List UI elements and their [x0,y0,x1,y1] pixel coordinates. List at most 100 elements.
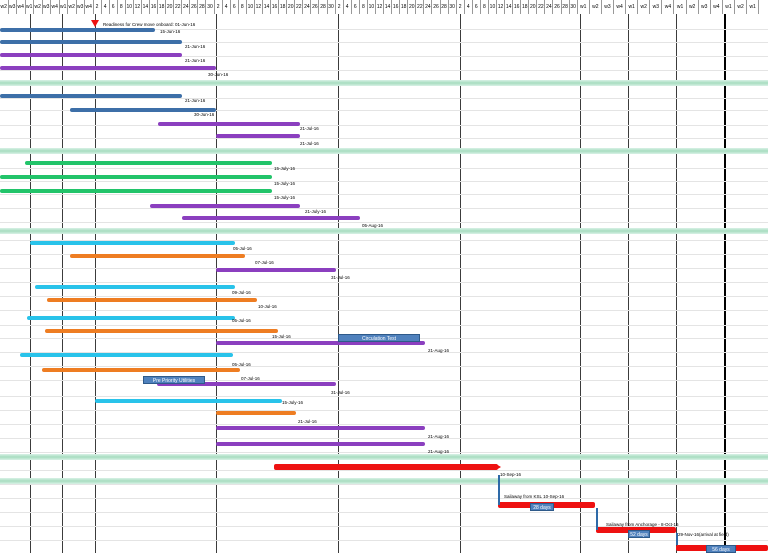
row-line [0,366,768,367]
header-cell: w1 [626,0,639,14]
header-cell: 2 [215,0,223,14]
header-cell: 26 [190,0,199,14]
month-divider [676,14,677,553]
date-label: 21-Jul-16 [300,126,319,131]
header-cell: 6 [110,0,118,14]
row-line [0,282,768,283]
header-cell: w4 [17,0,26,14]
header-cell: 6 [231,0,239,14]
header-cell: 22 [537,0,546,14]
row-line [0,325,768,326]
header-cell: w4 [662,0,675,14]
task-bar-purple [0,53,182,57]
date-label: 10-Jul-16 [258,304,277,309]
task-box: Pre Priority Utilities [143,376,205,384]
date-label: Sailaway from KSL 10-Sep-16 [504,494,565,499]
header-cell: w4 [85,0,94,14]
task-bar-purple [182,216,360,220]
header-cell: 4 [223,0,231,14]
date-label: 15-July-16 [274,195,296,200]
date-label: Sailaway from Anchorage - 8-Oct-16 [606,522,679,527]
task-box: 28 days [530,503,554,511]
row-line [0,98,768,99]
row-line [0,125,768,126]
header-cell: 20 [408,0,417,14]
task-bar-cyan [27,316,235,320]
date-label: 05-Jul-16 [232,318,251,323]
header-cell: 6 [473,0,481,14]
row-line [0,268,768,269]
header-cell: 12 [497,0,506,14]
dependency-connector [676,533,678,545]
header-cell: w2 [0,0,9,14]
date-label: 15-July-16 [274,181,296,186]
task-box: 52 days [628,530,650,538]
month-divider [628,14,629,553]
header-cell: w1 [578,0,590,14]
phase-separator [0,148,768,154]
header-cell: 8 [118,0,126,14]
row-line [0,470,768,471]
header-cell: 14 [142,0,150,14]
header-cell: 28 [441,0,449,14]
header-cell: 24 [303,0,312,14]
header-cell: 22 [174,0,183,14]
header-cell: w4 [711,0,723,14]
row-line [0,181,768,182]
header-cell: 28 [198,0,207,14]
date-label: 10-Sep-16 [500,472,522,477]
header-cell: 24 [545,0,554,14]
header-cell: 26 [432,0,441,14]
header-cell: w2 [68,0,77,14]
header-cell: 22 [416,0,425,14]
date-label: 21-July-16 [305,209,327,214]
row-line [0,310,768,311]
header-cell: 10 [126,0,134,14]
phase-separator [0,80,768,86]
date-label: Readiness for Crew move onboard: 01-Jun-… [103,22,196,27]
header-cell: 16 [150,0,159,14]
task-bar-blue [0,94,182,98]
gantt-chart: w2 w3 w4 w1 w2 w3 w4 w1 w2 w3 w4 2 4 6 8 10 12 14 16 18 20 22… [0,0,768,553]
task-bar-green [0,189,272,193]
month-divider [724,14,726,553]
header-cell: 20 [529,0,538,14]
task-bar-orange [42,368,240,372]
header-cell: 12 [376,0,384,14]
task-bar-orange [47,298,257,302]
header-cell: 20 [166,0,175,14]
date-label: 31-Jul-16 [331,390,350,395]
header-cell: 16 [513,0,522,14]
task-bar-orange [45,329,278,333]
date-label: 21-Jun-16 [185,44,206,49]
date-label: 07-Jul-16 [255,260,274,265]
date-label: 30-Jun-16 [208,72,229,77]
header-cell: 10 [368,0,376,14]
header-cell: 30 [328,0,336,14]
header-cell: 14 [384,0,393,14]
header-cell: 12 [255,0,263,14]
date-label: 21-Jul-16 [300,141,319,146]
phase-separator [0,454,768,460]
header-cell: 8 [481,0,489,14]
row-line [0,410,768,411]
date-label: 30-Jun-16 [194,112,215,117]
row-line [0,70,768,71]
date-label: 05-Aug-16 [362,223,384,228]
header-cell: 28 [319,0,328,14]
row-line [0,138,768,139]
row-line [0,438,768,439]
task-bar-purple [216,442,425,446]
task-bar-purple [216,134,300,138]
row-line [0,540,768,541]
date-label: 21-Aug-16 [428,449,450,454]
row-line [0,484,768,485]
header-cell: 2 [94,0,102,14]
header-cell: w3 [43,0,51,14]
task-bar-purple [0,66,216,70]
task-bar-cyan [20,353,233,357]
header-cell: w2 [34,0,43,14]
date-label: 29-Nov-16(arrival at field) [678,532,729,537]
header-cell: 4 [344,0,352,14]
header-cell: 30 [206,0,215,14]
